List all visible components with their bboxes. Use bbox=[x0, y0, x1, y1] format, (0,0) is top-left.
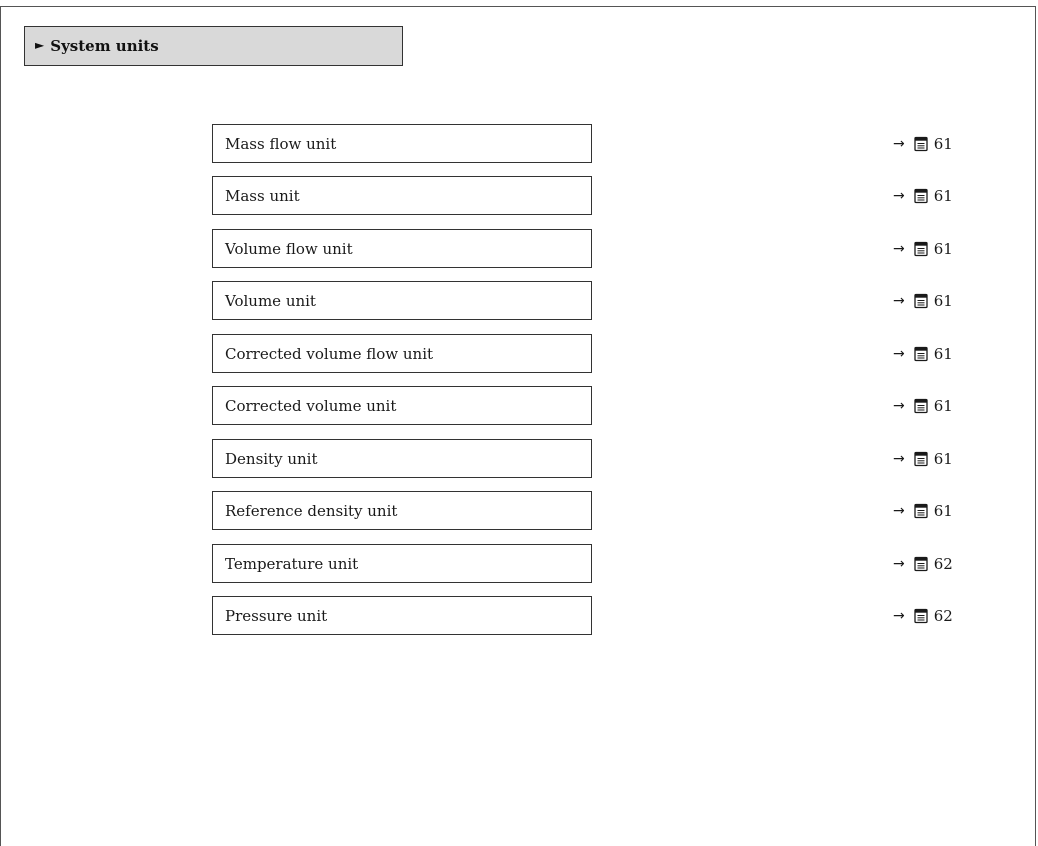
page-reference[interactable]: → 61 bbox=[893, 491, 953, 530]
parameter-box[interactable]: Temperature unit bbox=[212, 544, 592, 583]
arrow-right-icon: → bbox=[893, 292, 905, 309]
book-page-icon bbox=[913, 346, 929, 362]
parameter-row-corrected-volume-flow-unit: Corrected volume flow unit → 61 bbox=[0, 334, 1038, 373]
parameter-box[interactable]: Reference density unit bbox=[212, 491, 592, 530]
book-page-icon bbox=[913, 608, 929, 624]
parameter-box[interactable]: Mass flow unit bbox=[212, 124, 592, 163]
page-reference[interactable]: → 61 bbox=[893, 334, 953, 373]
arrow-right-icon: → bbox=[893, 187, 905, 204]
page-number: 61 bbox=[933, 449, 953, 468]
page-reference[interactable]: → 61 bbox=[893, 229, 953, 268]
book-page-icon bbox=[913, 241, 929, 257]
arrow-right-icon: → bbox=[893, 397, 905, 414]
parameter-box[interactable]: Density unit bbox=[212, 439, 592, 478]
book-page-icon bbox=[913, 188, 929, 204]
page-number: 61 bbox=[933, 344, 953, 363]
parameter-list: Mass flow unit → 61 Mass unit → 61 Volum… bbox=[0, 0, 1038, 834]
arrow-right-icon: → bbox=[893, 240, 905, 257]
page-number: 61 bbox=[933, 291, 953, 310]
book-page-icon bbox=[913, 451, 929, 467]
page-reference[interactable]: → 62 bbox=[893, 596, 953, 635]
page-number: 61 bbox=[933, 186, 953, 205]
page-number: 61 bbox=[933, 239, 953, 258]
page-reference[interactable]: → 61 bbox=[893, 124, 953, 163]
arrow-right-icon: → bbox=[893, 502, 905, 519]
arrow-right-icon: → bbox=[893, 345, 905, 362]
parameter-row-corrected-volume-unit: Corrected volume unit → 61 bbox=[0, 386, 1038, 425]
parameter-box[interactable]: Volume flow unit bbox=[212, 229, 592, 268]
page-reference[interactable]: → 61 bbox=[893, 439, 953, 478]
parameter-box[interactable]: Corrected volume flow unit bbox=[212, 334, 592, 373]
arrow-right-icon: → bbox=[893, 135, 905, 152]
page-reference[interactable]: → 61 bbox=[893, 386, 953, 425]
page-reference[interactable]: → 61 bbox=[893, 281, 953, 320]
parameter-row-mass-unit: Mass unit → 61 bbox=[0, 176, 1038, 215]
parameter-row-density-unit: Density unit → 61 bbox=[0, 439, 1038, 478]
arrow-right-icon: → bbox=[893, 450, 905, 467]
arrow-right-icon: → bbox=[893, 555, 905, 572]
parameter-row-volume-unit: Volume unit → 61 bbox=[0, 281, 1038, 320]
parameter-row-mass-flow-unit: Mass flow unit → 61 bbox=[0, 124, 1038, 163]
arrow-right-icon: → bbox=[893, 607, 905, 624]
page-number: 61 bbox=[933, 501, 953, 520]
book-page-icon bbox=[913, 136, 929, 152]
book-page-icon bbox=[913, 556, 929, 572]
page-number: 62 bbox=[933, 554, 953, 573]
parameter-row-volume-flow-unit: Volume flow unit → 61 bbox=[0, 229, 1038, 268]
book-page-icon bbox=[913, 503, 929, 519]
page-reference[interactable]: → 62 bbox=[893, 544, 953, 583]
parameter-box[interactable]: Pressure unit bbox=[212, 596, 592, 635]
parameter-box[interactable]: Volume unit bbox=[212, 281, 592, 320]
page-reference[interactable]: → 61 bbox=[893, 176, 953, 215]
page-number: 61 bbox=[933, 396, 953, 415]
parameter-row-pressure-unit: Pressure unit → 62 bbox=[0, 596, 1038, 635]
parameter-row-temperature-unit: Temperature unit → 62 bbox=[0, 544, 1038, 583]
book-page-icon bbox=[913, 398, 929, 414]
parameter-row-reference-density-unit: Reference density unit → 61 bbox=[0, 491, 1038, 530]
parameter-box[interactable]: Mass unit bbox=[212, 176, 592, 215]
page-number: 62 bbox=[933, 606, 953, 625]
page-number: 61 bbox=[933, 134, 953, 153]
book-page-icon bbox=[913, 293, 929, 309]
parameter-box[interactable]: Corrected volume unit bbox=[212, 386, 592, 425]
